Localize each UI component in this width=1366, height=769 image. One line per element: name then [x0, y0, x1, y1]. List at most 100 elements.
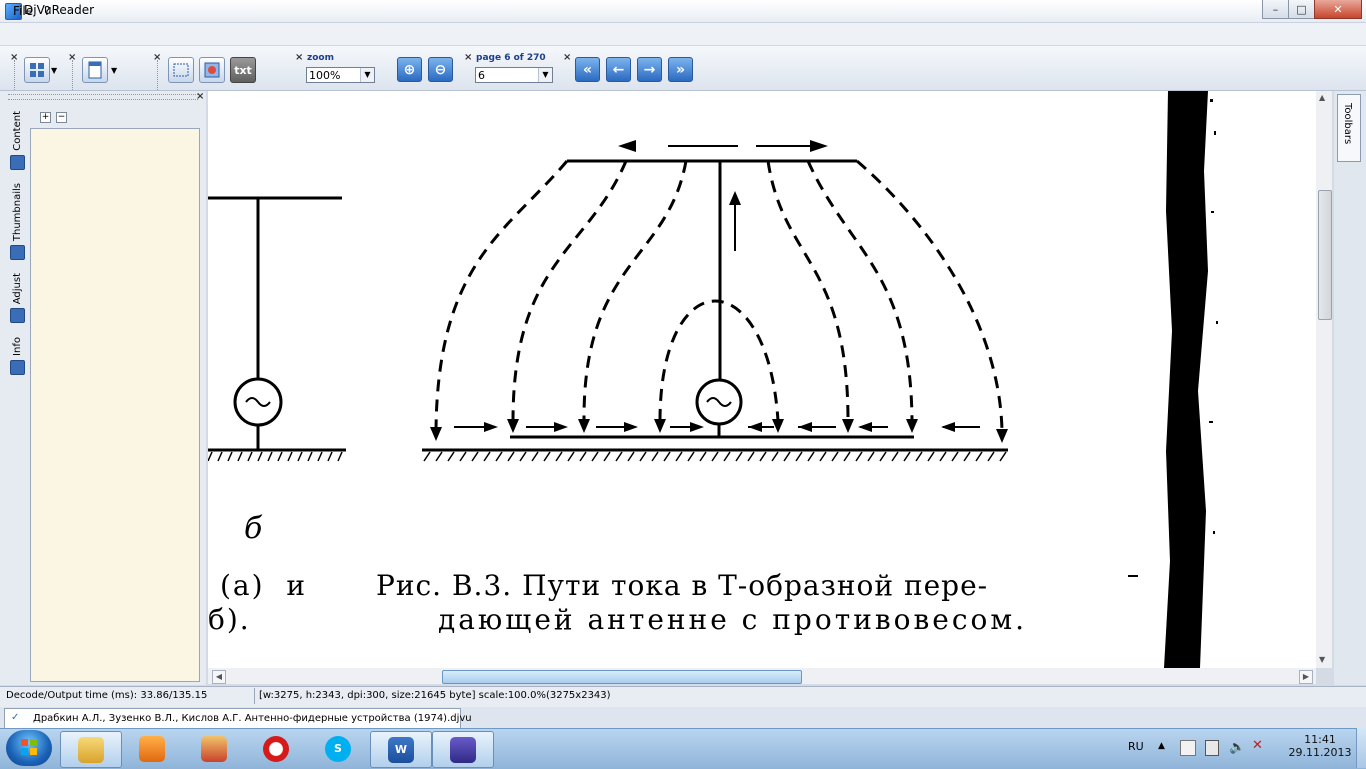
zoom-out-button[interactable]: ⊖: [428, 57, 453, 82]
action-center-icon[interactable]: [1180, 740, 1196, 756]
zoom-value: 100%: [309, 69, 341, 82]
chevron-down-icon: ▼: [538, 68, 552, 82]
text-button[interactable]: txt: [230, 57, 256, 83]
page-icon: [88, 61, 102, 79]
menu-bar: [0, 23, 1366, 46]
device-icon[interactable]: [1205, 740, 1219, 756]
zoom-label: zoom: [307, 53, 334, 63]
scroll-right-icon[interactable]: ▶: [1299, 670, 1313, 684]
clock-time: 11:41: [1304, 733, 1336, 746]
first-page-icon: «: [582, 61, 593, 78]
volume-icon[interactable]: 🔈: [1229, 740, 1245, 755]
figure-caption-line1: Рис. В.3. Пути тока в Т-образной пере-: [376, 569, 989, 602]
vertical-scroll-thumb[interactable]: [1318, 190, 1332, 320]
title-bar: [0, 0, 1366, 23]
taskbar-media-player[interactable]: [122, 731, 182, 766]
language-indicator[interactable]: RU: [1128, 740, 1144, 753]
document-view[interactable]: б (a) и б). Рис. В.3. Пути тока в Т-обра…: [208, 91, 1332, 668]
tab-info[interactable]: Info: [6, 337, 28, 375]
panel-close-icon[interactable]: ×: [196, 91, 204, 102]
taskbar-explorer[interactable]: [60, 731, 122, 768]
prev-page-icon: ←: [612, 61, 625, 78]
image-icon: [204, 62, 220, 78]
tab-info-label: Info: [11, 337, 23, 356]
left-caption-line2: б).: [208, 603, 251, 636]
show-desktop-button[interactable]: [1356, 728, 1366, 768]
page-value: 6: [478, 69, 485, 82]
figure-caption-line2: дающей антенне с противовесом.: [438, 603, 1028, 636]
scroll-down-icon[interactable]: ▼: [1319, 655, 1325, 664]
toolbar-grip[interactable]: [72, 60, 75, 90]
prev-page-button[interactable]: ←: [606, 57, 631, 82]
horizontal-scroll-thumb[interactable]: [442, 670, 802, 684]
content-tree[interactable]: [30, 128, 200, 682]
tab-thumbnails[interactable]: Thumbnails: [6, 183, 28, 261]
tab-content-label: Content: [11, 111, 23, 151]
zoom-out-icon: ⊖: [434, 61, 447, 78]
window-title: DjVuReader: [24, 3, 95, 17]
collapse-all-button[interactable]: −: [56, 112, 67, 123]
layout-icon: [30, 63, 44, 77]
tab-thumbnails-label: Thumbnails: [11, 183, 23, 242]
last-page-button[interactable]: »: [668, 57, 693, 82]
thumbnails-tab-icon: [9, 245, 25, 261]
network-error-icon[interactable]: ✕: [1252, 738, 1263, 753]
image-button[interactable]: [199, 57, 225, 83]
media-player-icon: [139, 735, 165, 762]
info-tab-icon: [9, 359, 25, 375]
select-button[interactable]: [168, 57, 194, 83]
taskbar-installer[interactable]: [184, 731, 244, 766]
vertical-scrollbar[interactable]: [1316, 91, 1332, 668]
layout-button[interactable]: [24, 57, 50, 83]
taskbar-djvureader[interactable]: [432, 731, 494, 768]
scroll-up-icon[interactable]: ▲: [1319, 93, 1325, 102]
toolbar-grip[interactable]: [157, 60, 160, 90]
zoom-in-button[interactable]: ⊕: [397, 57, 422, 82]
minimize-button[interactable]: –: [1262, 0, 1289, 19]
page-mode-button[interactable]: [82, 57, 108, 83]
taskbar-skype[interactable]: S: [308, 731, 368, 766]
document-tab[interactable]: ✓ Драбкин А.Л., Зузенко В.Л., Кислов А.Г…: [4, 708, 472, 728]
zoom-select[interactable]: 100% ▼: [306, 67, 375, 83]
next-page-button[interactable]: →: [637, 57, 662, 82]
scroll-left-icon[interactable]: ◀: [212, 670, 226, 684]
toolbars-tab[interactable]: Toolbars: [1337, 94, 1361, 162]
decode-time-text: Decode/Output time (ms): 33.86/135.15: [6, 690, 208, 701]
taskbar-word[interactable]: W: [370, 731, 432, 768]
start-button[interactable]: [6, 730, 52, 766]
expand-all-button[interactable]: +: [40, 112, 51, 123]
menu-help[interactable]: ?: [44, 4, 50, 18]
taskbar-opera[interactable]: [246, 731, 306, 766]
toolbar-grip[interactable]: [14, 60, 17, 90]
skype-icon: S: [325, 735, 351, 762]
panel-grip[interactable]: [8, 94, 198, 100]
tab-content[interactable]: Content: [6, 111, 28, 170]
toolbar-close-icon[interactable]: ×: [464, 52, 472, 63]
maximize-button[interactable]: □: [1288, 0, 1315, 19]
last-page-icon: »: [675, 61, 686, 78]
left-caption-line1: (a) и: [220, 569, 308, 602]
status-divider: [254, 688, 255, 704]
chevron-down-icon: ▼: [360, 68, 374, 82]
tab-adjust-label: Adjust: [11, 273, 23, 305]
layout-dropdown-icon[interactable]: ▼: [51, 66, 57, 75]
first-page-button[interactable]: «: [575, 57, 600, 82]
close-button[interactable]: ✕: [1314, 0, 1362, 19]
clock[interactable]: 11:41 29.11.2013: [1284, 733, 1356, 759]
menu-file[interactable]: File: [13, 4, 33, 18]
next-page-icon: →: [643, 61, 656, 78]
tray-expand-icon[interactable]: ▲: [1158, 741, 1165, 751]
clock-date: 29.11.2013: [1288, 746, 1352, 759]
adjust-tab-icon: [9, 308, 25, 324]
figure-label-b: б: [244, 511, 263, 546]
select-icon: [173, 63, 189, 77]
document-tab-label: Драбкин А.Л., Зузенко В.Л., Кислов А.Г. …: [33, 713, 472, 724]
page-info-text: [w:3275, h:2343, dpi:300, size:21645 byt…: [259, 690, 611, 701]
toolbar-close-icon[interactable]: ×: [295, 52, 303, 63]
tab-adjust[interactable]: Adjust: [6, 273, 28, 324]
page-select[interactable]: 6 ▼: [475, 67, 553, 83]
installer-icon: [201, 735, 227, 762]
page-mode-dropdown-icon[interactable]: ▼: [111, 66, 117, 75]
toolbar-close-icon[interactable]: ×: [563, 52, 571, 63]
toolbars-tab-label: Toolbars: [1342, 103, 1353, 145]
